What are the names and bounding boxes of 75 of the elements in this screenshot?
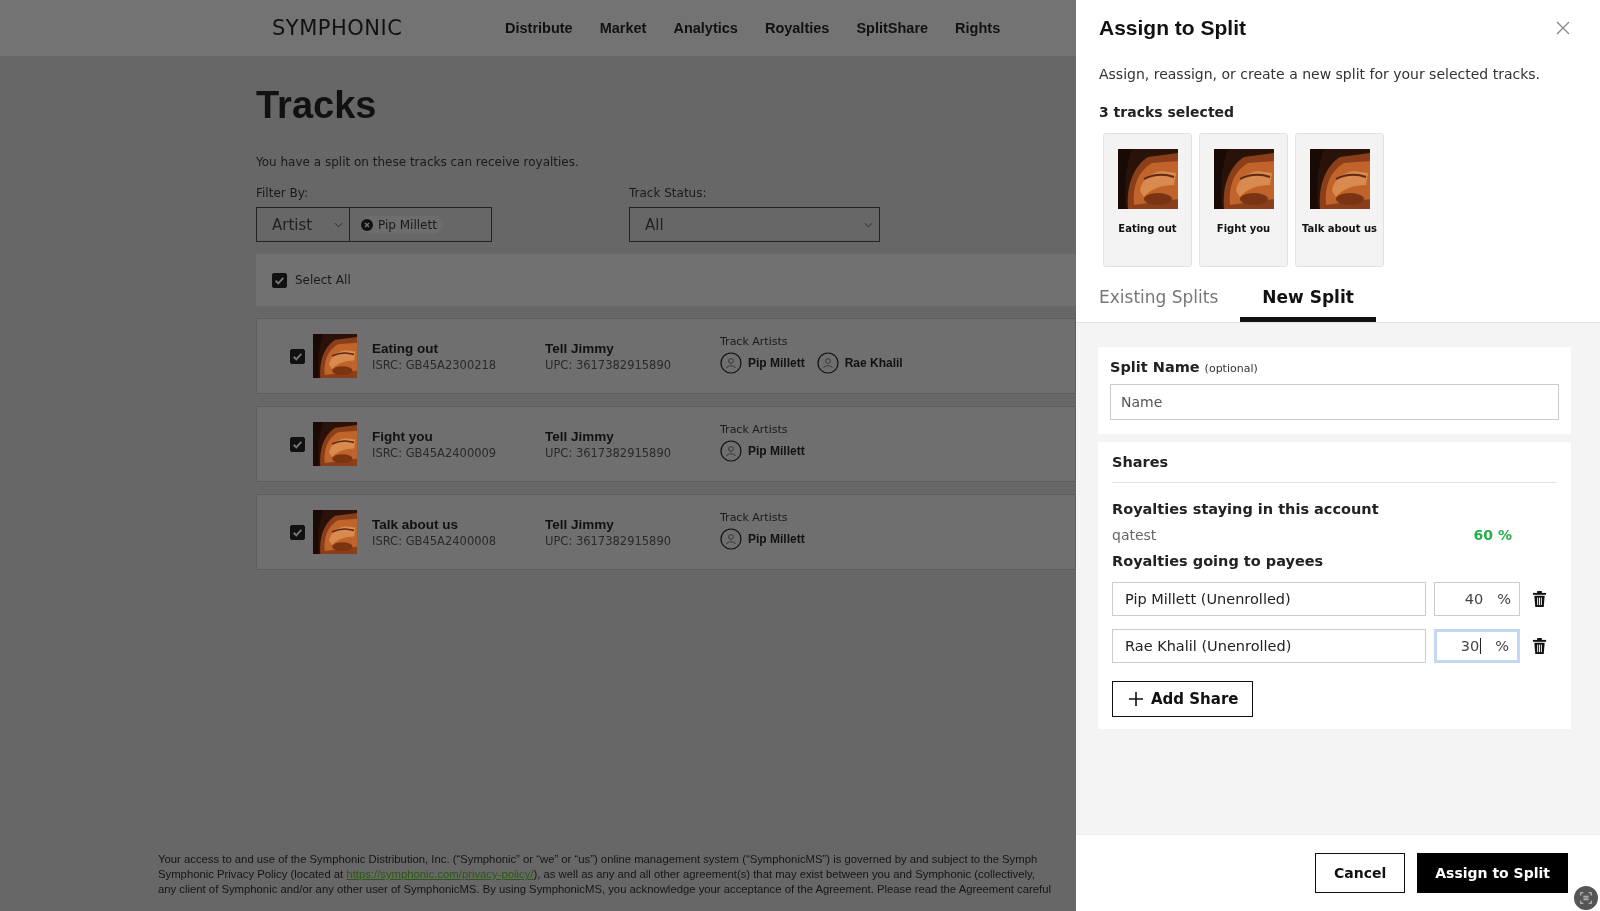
plus-icon (1129, 692, 1143, 706)
legal-text: Your access to and use of the Symphonic Distribution, Inc. (“Symphonic” or “we” or “us”) online management system (“SymphonicMS”) is governed by and subject to the Symph Symphonic Privacy Policy (located at https://symphonic.com/privacy-policy/), as well as any and all other agreement(s) that may exist between you and Symphonic (collectively, any client of Symphonic and/or any other user of SymphonicMS. By using SymphonicMS, you acknowledge your acceptance of the Agreement. Please read the Agreement careful (158, 852, 1052, 897)
optional-hint: (optional) (1204, 362, 1258, 375)
selected-track-title: Eating out (1118, 223, 1177, 234)
nav-link[interactable]: SplitShare (856, 20, 929, 36)
avatar-icon (720, 527, 742, 550)
payees-label: Royalties going to payees (1112, 553, 1325, 569)
close-icon[interactable] (1556, 21, 1570, 35)
assign-button[interactable]: Assign to Split (1417, 853, 1568, 893)
staying-label: Royalties staying in this account (1112, 501, 1380, 517)
shares-title: Shares (1112, 454, 1170, 470)
remove-icon[interactable] (361, 218, 373, 231)
upc-code: UPC: 3617382915890 (545, 357, 673, 372)
artist-name: Pip Millett (748, 355, 805, 370)
percent-field[interactable]: 30 % (1434, 629, 1520, 663)
filter-label: Filter By: (256, 186, 310, 200)
chevron-down-icon (334, 221, 343, 228)
account-name: qatest (1112, 527, 1157, 543)
split-name-field[interactable]: Name (1110, 384, 1559, 420)
split-name-label: Split Name (1110, 359, 1200, 375)
track-title: Fight you (372, 428, 434, 444)
track-title: Talk about us (372, 516, 459, 532)
panel-description: Assign, reassign, or create a new split for your selected tracks. (1099, 66, 1542, 82)
add-share-button[interactable]: Add Share (1112, 681, 1254, 717)
page-description: You have a split on these tracks can receive royalties. (256, 155, 580, 169)
trash-icon[interactable] (1532, 637, 1547, 655)
logo[interactable]: SYMPHONIC (272, 16, 430, 40)
release-title: Tell Jimmy (545, 428, 615, 444)
payee-field[interactable]: Rae Khalil (Unenrolled) (1112, 629, 1426, 663)
isrc-code: ISRC: GB45A2300218 (372, 357, 498, 372)
chevron-down-icon (864, 221, 873, 228)
track-title: Eating out (372, 340, 439, 356)
track-artists-label: Track Artists (720, 422, 789, 436)
nav-link[interactable]: Royalties (764, 20, 830, 36)
release-title: Tell Jimmy (545, 340, 615, 356)
selected-count: 3 tracks selected (1099, 104, 1236, 120)
nav-link[interactable]: Rights (955, 20, 1001, 36)
tab[interactable]: Existing Splits (1099, 281, 1241, 322)
panel-title: Assign to Split (1099, 16, 1246, 40)
page-title: Tracks (256, 84, 378, 127)
artist-name: Rae Khalil (844, 355, 903, 370)
nav-link[interactable]: Market (599, 20, 647, 36)
track-checkbox[interactable] (290, 436, 305, 452)
floating-action-button[interactable] (1574, 886, 1598, 910)
select-all-label: Select All (295, 273, 351, 287)
upc-code: UPC: 3617382915890 (545, 533, 673, 548)
status-select[interactable]: All (629, 207, 880, 242)
select-all-checkbox[interactable] (272, 272, 287, 288)
selected-track-title: Talk about us (1301, 223, 1378, 234)
payee-field[interactable]: Pip Millett (Unenrolled) (1112, 582, 1426, 616)
filter-type-select[interactable]: Artist (256, 207, 350, 242)
isrc-code: ISRC: GB45A2400009 (372, 445, 498, 460)
artist-name: Pip Millett (748, 531, 805, 546)
avatar-icon (720, 439, 742, 462)
percent-field[interactable]: 40 % (1434, 582, 1520, 616)
nav-link[interactable]: Distribute (505, 20, 573, 36)
scan-icon (1579, 891, 1593, 905)
cancel-button[interactable]: Cancel (1314, 853, 1406, 893)
upc-code: UPC: 3617382915890 (545, 445, 673, 460)
avatar-icon (816, 351, 839, 374)
account-share: 60 % (1473, 527, 1512, 543)
trash-icon[interactable] (1532, 590, 1547, 608)
artist-name: Pip Millett (748, 443, 805, 458)
avatar-icon (720, 351, 742, 374)
filter-chip[interactable]: Pip Millett (361, 215, 443, 234)
status-label: Track Status: (629, 186, 708, 200)
track-checkbox[interactable] (290, 524, 305, 540)
track-artists-label: Track Artists (720, 334, 789, 348)
release-title: Tell Jimmy (545, 516, 615, 532)
artist-filter-field[interactable]: Pip Millett (350, 207, 492, 242)
track-artists-label: Track Artists (720, 510, 789, 524)
nav-link[interactable]: Analytics (673, 20, 738, 36)
isrc-code: ISRC: GB45A2400008 (372, 533, 498, 548)
track-checkbox[interactable] (290, 348, 305, 364)
selected-track-title: Fight you (1216, 223, 1271, 234)
